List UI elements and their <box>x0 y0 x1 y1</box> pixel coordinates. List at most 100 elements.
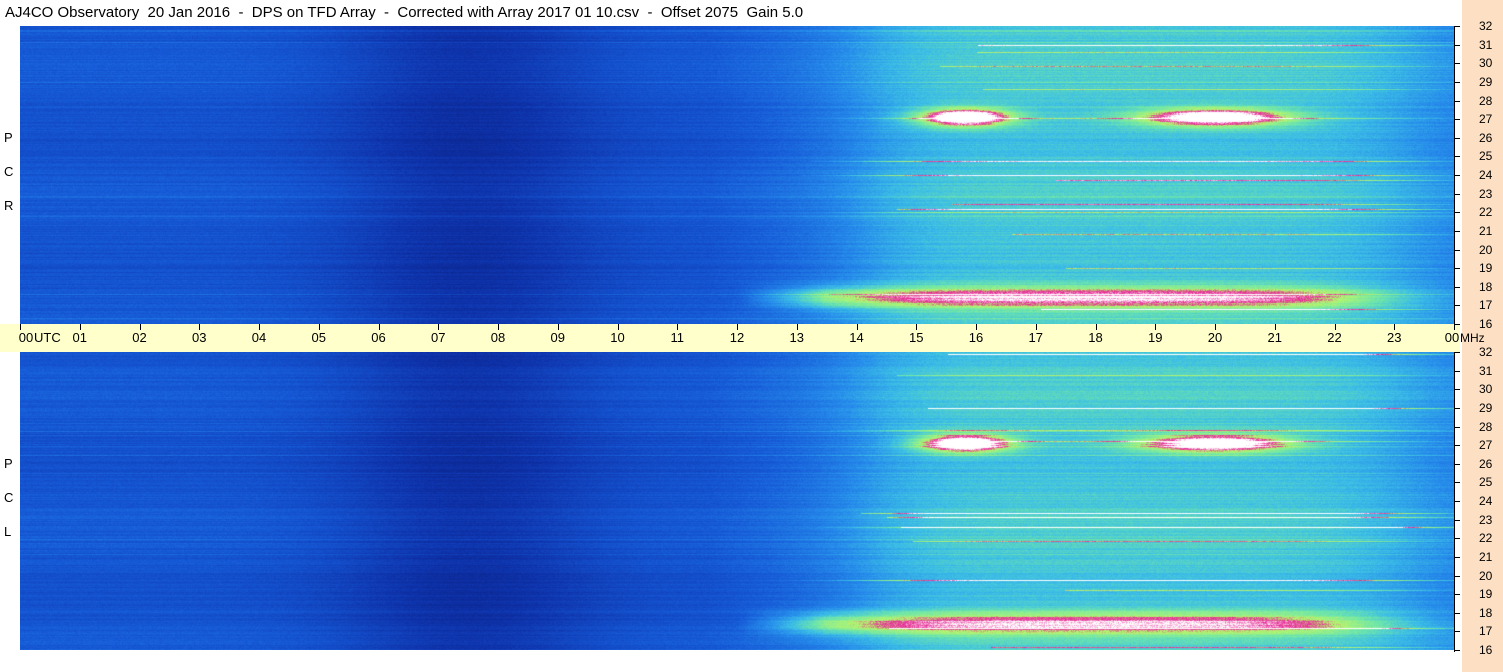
time-tick-label: 00 <box>18 330 34 345</box>
time-tick-label: 23 <box>1387 330 1402 345</box>
lcp-letter-p: P <box>4 456 13 471</box>
freq-tick-label: 22 <box>1479 205 1493 220</box>
time-tick-label: 16 <box>968 330 984 345</box>
rcp-spectrogram-canvas <box>20 26 1454 324</box>
lcp-letter-c: C <box>4 490 14 505</box>
freq-tick-label: 20 <box>1479 568 1493 583</box>
time-tick-label: 20 <box>1207 330 1223 345</box>
freq-tick-mark <box>1454 631 1460 633</box>
freq-tick-mark <box>1454 370 1460 372</box>
time-tick-label: 15 <box>909 330 924 345</box>
time-tick-label: 04 <box>251 330 267 345</box>
freq-tick-label: 17 <box>1479 624 1493 639</box>
time-tick-label: 19 <box>1148 330 1163 345</box>
freq-tick-label: 19 <box>1479 587 1493 602</box>
freq-tick-label: 23 <box>1479 512 1493 527</box>
time-tick-label: 21 <box>1267 330 1282 345</box>
title-bar: AJ4CO Observatory 20 Jan 2016 - DPS on T… <box>0 0 1460 26</box>
freq-tick-mark <box>1454 389 1460 391</box>
lcp-letter-l: L <box>4 524 12 539</box>
freq-tick-label: 21 <box>1479 223 1493 238</box>
freq-tick-mark <box>1454 650 1460 651</box>
freq-tick-label: 26 <box>1479 456 1493 471</box>
freq-tick-label: 16 <box>1479 643 1493 657</box>
freq-tick-mark <box>1454 594 1460 596</box>
freq-tick-label: 22 <box>1479 531 1493 546</box>
freq-tick-mark <box>1454 193 1460 195</box>
freq-tick-label: 28 <box>1479 93 1493 108</box>
utc-label: UTC <box>34 330 61 345</box>
lcp-label: P C L <box>0 352 20 650</box>
freq-tick-mark <box>1454 249 1460 251</box>
freq-tick-mark <box>1454 519 1460 521</box>
freq-tick-label: 30 <box>1479 382 1493 397</box>
freq-tick-mark <box>1454 352 1460 353</box>
freq-tick-label: 27 <box>1479 438 1493 453</box>
freq-tick-mark <box>1454 305 1460 307</box>
freq-tick-mark <box>1454 175 1460 176</box>
freq-tick-label: 31 <box>1479 37 1493 52</box>
freq-tick-mark <box>1454 324 1460 325</box>
rcp-letter-r: R <box>4 198 14 213</box>
freq-tick-mark <box>1454 81 1460 83</box>
freq-tick-label: 29 <box>1479 400 1493 415</box>
freq-tick-label: 31 <box>1479 363 1493 378</box>
freq-tick-mark <box>1454 212 1460 214</box>
lcp-frequency-axis <box>1454 352 1462 651</box>
time-tick-label: 10 <box>610 330 625 345</box>
time-tick-label: 02 <box>132 330 147 345</box>
freq-tick-mark <box>1454 612 1460 614</box>
time-tick-label: 11 <box>670 330 685 345</box>
rcp-frequency-axis <box>1454 26 1462 325</box>
freq-tick-mark <box>1454 482 1460 484</box>
freq-tick-label: 24 <box>1479 494 1493 508</box>
freq-tick-mark <box>1454 575 1460 577</box>
rcp-label: P C R <box>0 26 20 324</box>
freq-tick-label: 19 <box>1479 261 1493 276</box>
freq-tick-label: 32 <box>1479 19 1493 33</box>
freq-tick-mark <box>1454 407 1460 409</box>
time-tick-label: 05 <box>311 330 326 345</box>
window-title: AJ4CO Observatory 20 Jan 2016 - DPS on T… <box>5 4 804 21</box>
freq-tick-mark <box>1454 100 1460 102</box>
freq-tick-label: 18 <box>1479 605 1493 620</box>
freq-tick-label: 21 <box>1479 549 1493 564</box>
lcp-spectrogram <box>20 352 1454 650</box>
time-tick-label: 09 <box>550 330 565 345</box>
freq-tick-mark <box>1454 44 1460 46</box>
freq-tick-mark <box>1454 268 1460 270</box>
time-tick-label: 03 <box>192 330 207 345</box>
freq-tick-mark <box>1454 556 1460 558</box>
freq-tick-mark <box>1454 463 1460 465</box>
time-tick-label: 14 <box>849 330 864 345</box>
freq-tick-label: 16 <box>1479 317 1493 331</box>
freq-tick-label: 29 <box>1479 74 1493 89</box>
freq-tick-label: 25 <box>1479 149 1493 164</box>
freq-tick-label: 18 <box>1479 279 1493 294</box>
freq-tick-mark <box>1454 501 1460 502</box>
freq-tick-label: 28 <box>1479 419 1493 434</box>
time-axis: 00 01 02 03 04 05 06 07 08 09 10 11 12 13 14 15 16 17 18 19… <box>0 324 1460 352</box>
time-tick-label: 06 <box>371 330 386 345</box>
time-tick-label: 13 <box>789 330 804 345</box>
time-tick-label: 01 <box>72 330 87 345</box>
time-tick-label: 00 <box>1444 330 1460 345</box>
freq-tick-mark <box>1454 63 1460 65</box>
freq-tick-mark <box>1454 26 1460 27</box>
freq-tick-label: 23 <box>1479 186 1493 201</box>
freq-tick-label: 20 <box>1479 242 1493 257</box>
freq-tick-label: 17 <box>1479 298 1493 313</box>
time-tick-label: 22 <box>1327 330 1342 345</box>
freq-tick-mark <box>1454 230 1460 232</box>
time-tick-label: 07 <box>431 330 446 345</box>
freq-tick-mark <box>1454 538 1460 540</box>
time-tick-label: 17 <box>1028 330 1043 345</box>
rcp-letter-p: P <box>4 130 13 145</box>
time-tick-label: 08 <box>490 330 506 345</box>
freq-tick-label: 26 <box>1479 130 1493 145</box>
time-tick-label: 18 <box>1088 330 1103 345</box>
freq-tick-mark <box>1454 156 1460 158</box>
freq-tick-label: 32 <box>1479 345 1493 359</box>
freq-tick-label: 27 <box>1479 112 1493 127</box>
freq-tick-mark <box>1454 137 1460 139</box>
